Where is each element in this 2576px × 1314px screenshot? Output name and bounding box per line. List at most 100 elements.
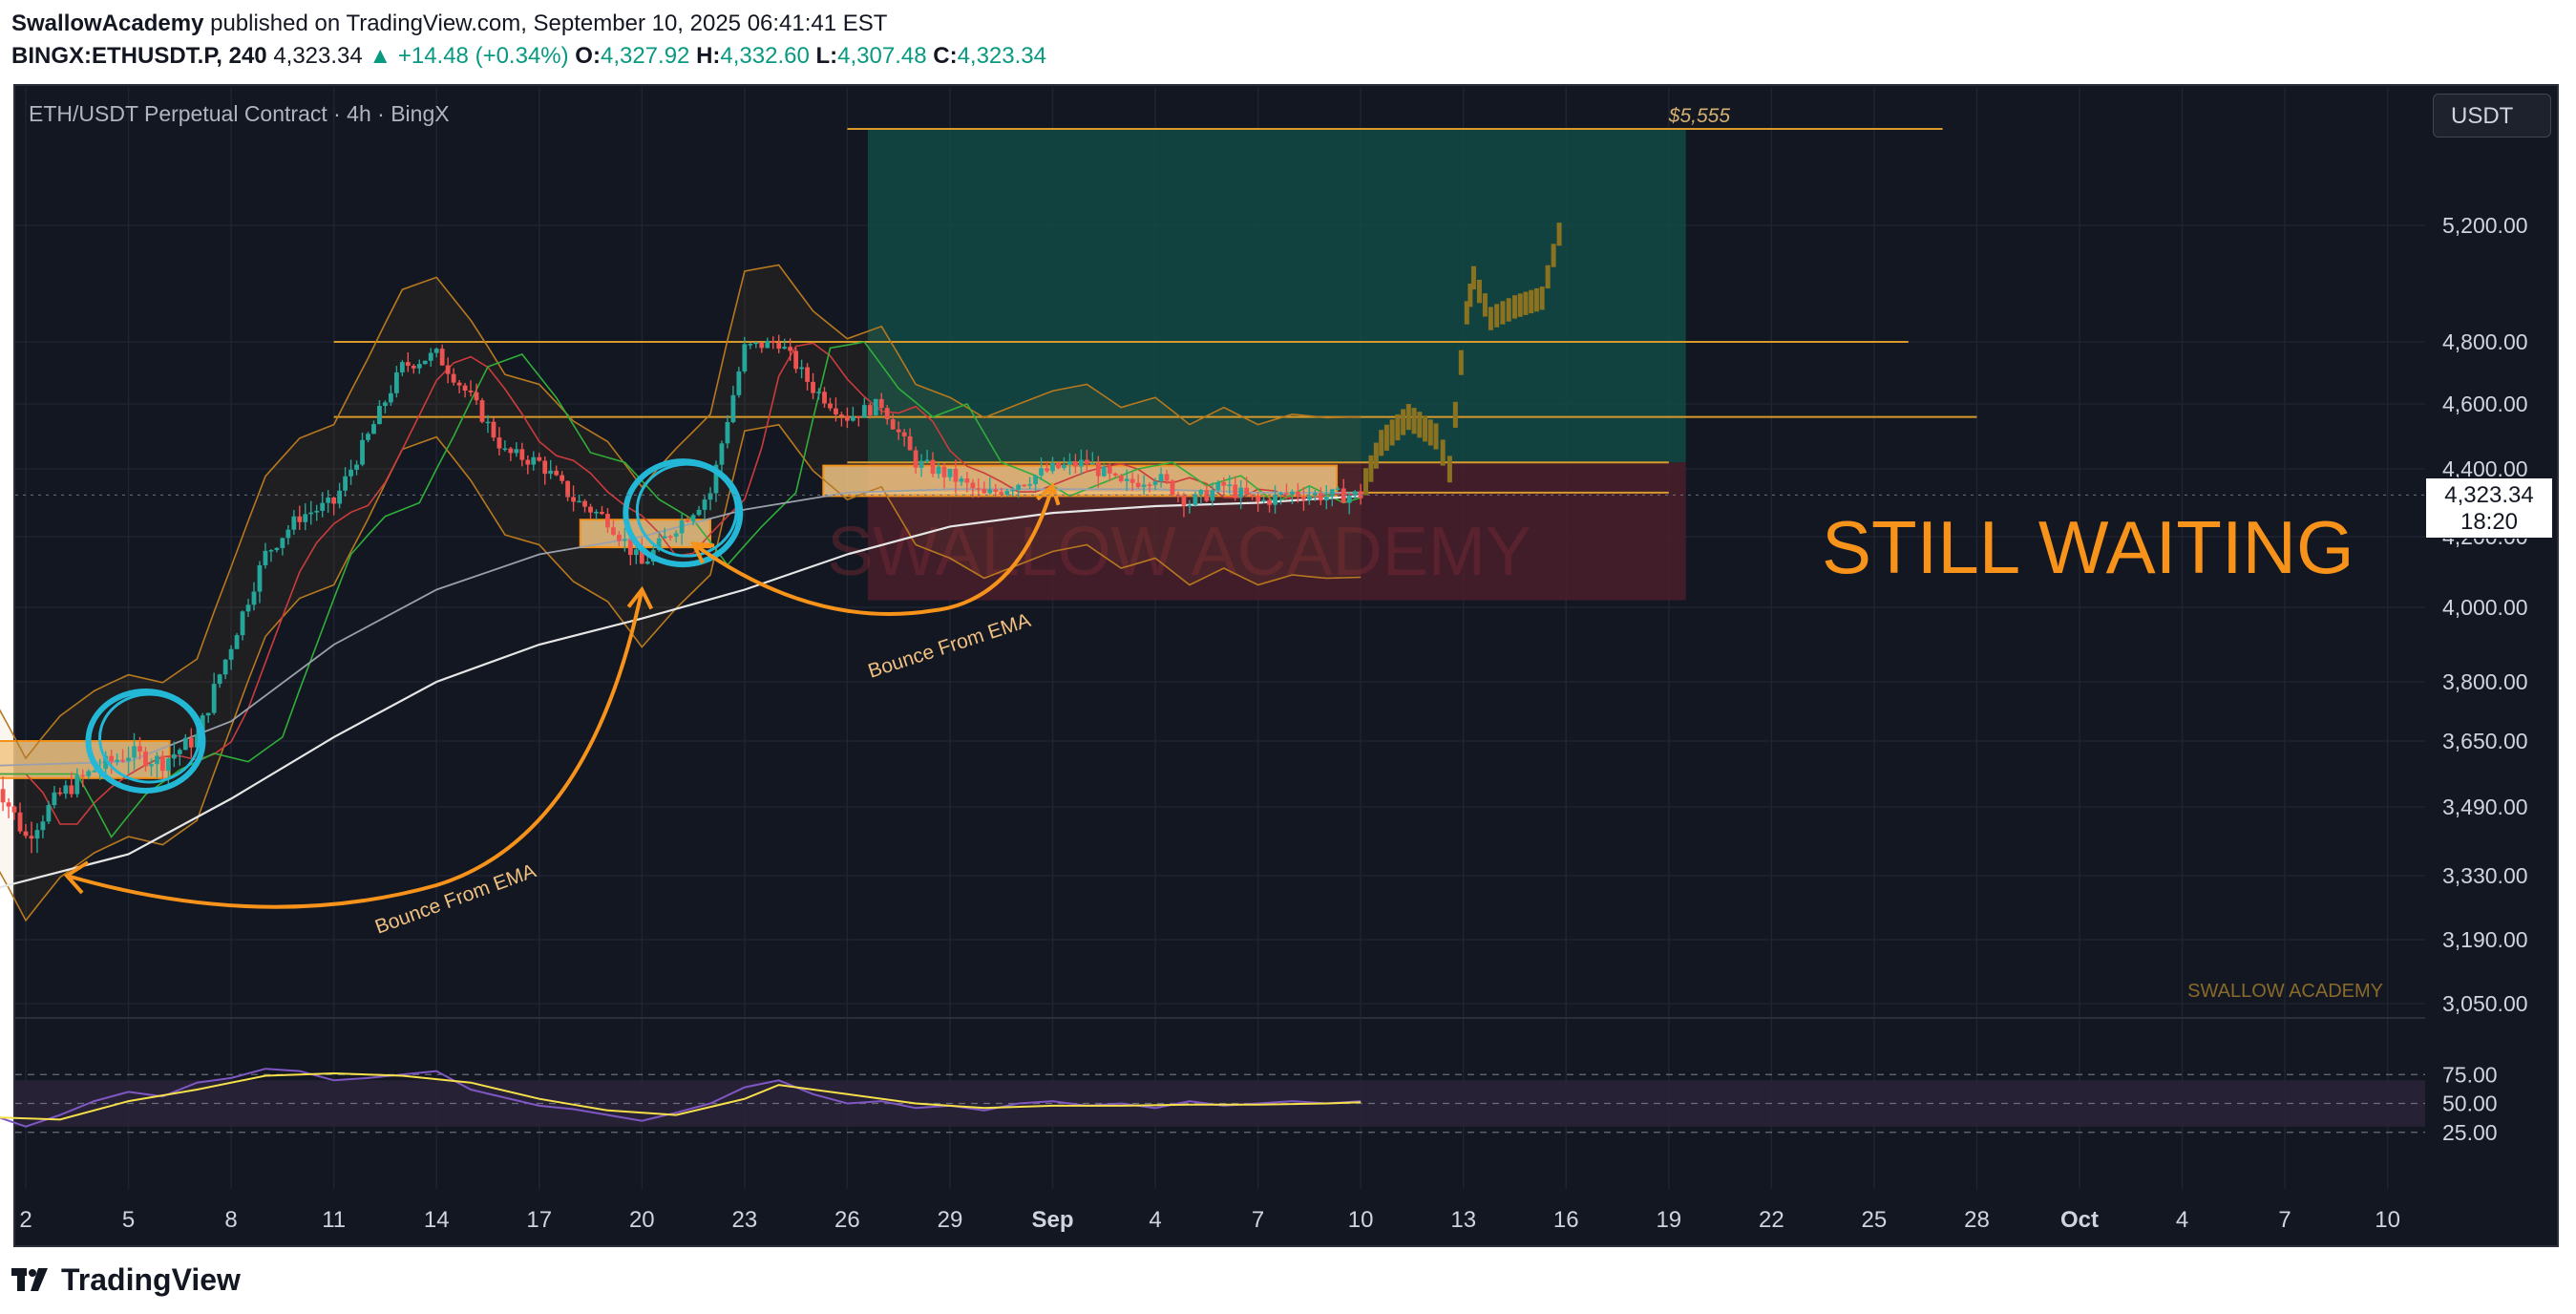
candle-body-82 [456, 382, 462, 386]
candle-body-162 [913, 450, 918, 468]
chart-legend: ETH/USDT Perpetual Contract · 4h · BingX [29, 101, 450, 126]
candle-body-165 [930, 459, 936, 475]
candle-body-74 [411, 366, 416, 369]
candle-body-73 [405, 362, 411, 367]
candle-body-151 [850, 415, 855, 421]
candle-body-166 [936, 466, 941, 475]
candle-body-77 [428, 352, 433, 361]
candle-body-4 [11, 806, 17, 813]
candle-body-40 [217, 674, 222, 685]
candle-body-167 [941, 466, 947, 477]
candle-body-175 [987, 489, 993, 494]
projection-bar-9-1 [1517, 293, 1523, 317]
candle-body-119 [667, 536, 673, 538]
projection-bar-10-3 [1556, 223, 1562, 246]
candle-body-14 [69, 785, 74, 795]
candle-body-163 [918, 460, 924, 468]
candle-body-115 [644, 561, 650, 564]
candle-body-158 [890, 419, 896, 430]
candle-body-129 [725, 422, 730, 444]
price-tick-label-0: 5,200.00 [2442, 213, 2528, 238]
time-tick-label-17: 22 [1759, 1207, 1784, 1233]
candle-body-174 [982, 488, 987, 494]
time-tick-label-0: 2 [19, 1207, 32, 1233]
candle-body-61 [337, 490, 343, 504]
candle-body-3 [6, 802, 11, 807]
candle-body-12 [57, 792, 63, 795]
candle-body-176 [993, 489, 999, 493]
target-price-label: $5,555 [1668, 105, 1731, 127]
time-tick-label-22: 7 [2278, 1207, 2291, 1233]
candle-body-28 [149, 764, 154, 767]
price-tick-label-7: 3,650.00 [2442, 729, 2528, 753]
candle-body-76 [422, 360, 428, 365]
candle-body-131 [736, 371, 742, 395]
projection-bar-3-4 [1427, 419, 1433, 446]
candle-body-48 [263, 550, 268, 565]
candle-body-209 [1181, 495, 1187, 506]
candle-body-43 [234, 635, 240, 649]
candle-body-120 [673, 533, 679, 537]
candle-body-234 [1323, 496, 1329, 501]
candle-body-237 [1341, 488, 1346, 503]
bounce-label-1: Bounce From EMA [372, 859, 539, 938]
projection-bar-5-2 [1458, 350, 1464, 375]
candle-body-15 [74, 774, 80, 795]
candle-body-197 [1112, 473, 1118, 476]
candle-body-182 [1027, 483, 1032, 486]
projection-bar-2-4 [1401, 409, 1406, 435]
candle-body-59 [326, 498, 331, 503]
time-tick-label-2: 8 [224, 1207, 237, 1233]
candle-body-9 [40, 821, 46, 831]
candle-body-16 [80, 774, 86, 777]
candle-body-238 [1346, 496, 1352, 503]
time-tick-label-6: 20 [629, 1207, 655, 1233]
candle-body-177 [999, 492, 1004, 495]
candle-body-113 [633, 549, 639, 556]
bar-countdown: 18:20 [2460, 509, 2519, 535]
candle-body-70 [389, 392, 393, 403]
candle-body-58 [320, 502, 326, 511]
candle-body-219 [1238, 487, 1244, 498]
candle-body-205 [1158, 474, 1164, 482]
candle-body-71 [393, 371, 399, 393]
candle-body-67 [371, 424, 376, 434]
price-tick-label-6: 3,800.00 [2442, 669, 2528, 694]
candle-body-8 [34, 830, 40, 839]
currency-button[interactable]: USDT [2433, 94, 2551, 138]
candle-body-160 [901, 432, 907, 436]
candle-body-108 [605, 514, 610, 528]
tradingview-logo[interactable]: TradingView [11, 1259, 241, 1301]
candle-body-102 [571, 497, 576, 502]
price-tick-label-9: 3,330.00 [2442, 863, 2528, 888]
candle-body-179 [1010, 489, 1016, 492]
candle-body-190 [1073, 461, 1078, 467]
candle-body-134 [753, 342, 759, 345]
candle-body-85 [474, 392, 479, 401]
candle-body-192 [1084, 459, 1089, 464]
candle-body-51 [280, 538, 285, 548]
candle-body-230 [1301, 496, 1306, 500]
projection-bar-8-1 [1494, 304, 1500, 328]
candle-body-107 [600, 512, 604, 515]
candle-body-211 [1193, 494, 1198, 505]
time-tick-label-1: 5 [122, 1207, 135, 1233]
projection-bar-2-5 [1405, 404, 1411, 431]
price-chart-svg[interactable]: SWALLOW ACADEMY 75.00 50.00 25.00 5,200.00… [0, 0, 2576, 1314]
candle-body-189 [1067, 461, 1072, 465]
candle-body-57 [314, 510, 320, 513]
candle-body-228 [1290, 491, 1295, 495]
candle-body-156 [878, 398, 884, 409]
candle-body-35 [188, 737, 194, 748]
time-tick-label-19: 28 [1964, 1207, 1990, 1233]
candle-body-152 [855, 415, 861, 418]
candle-body-212 [1198, 490, 1204, 495]
time-tick-label-21: 4 [2176, 1207, 2188, 1233]
candle-body-62 [343, 476, 348, 491]
candle-body-180 [1016, 484, 1022, 490]
price-tick-label-11: 3,050.00 [2442, 991, 2528, 1016]
candle-body-121 [679, 519, 685, 534]
candle-body-33 [177, 750, 182, 754]
time-tick-label-11: 4 [1149, 1207, 1161, 1233]
candle-body-196 [1107, 466, 1112, 474]
